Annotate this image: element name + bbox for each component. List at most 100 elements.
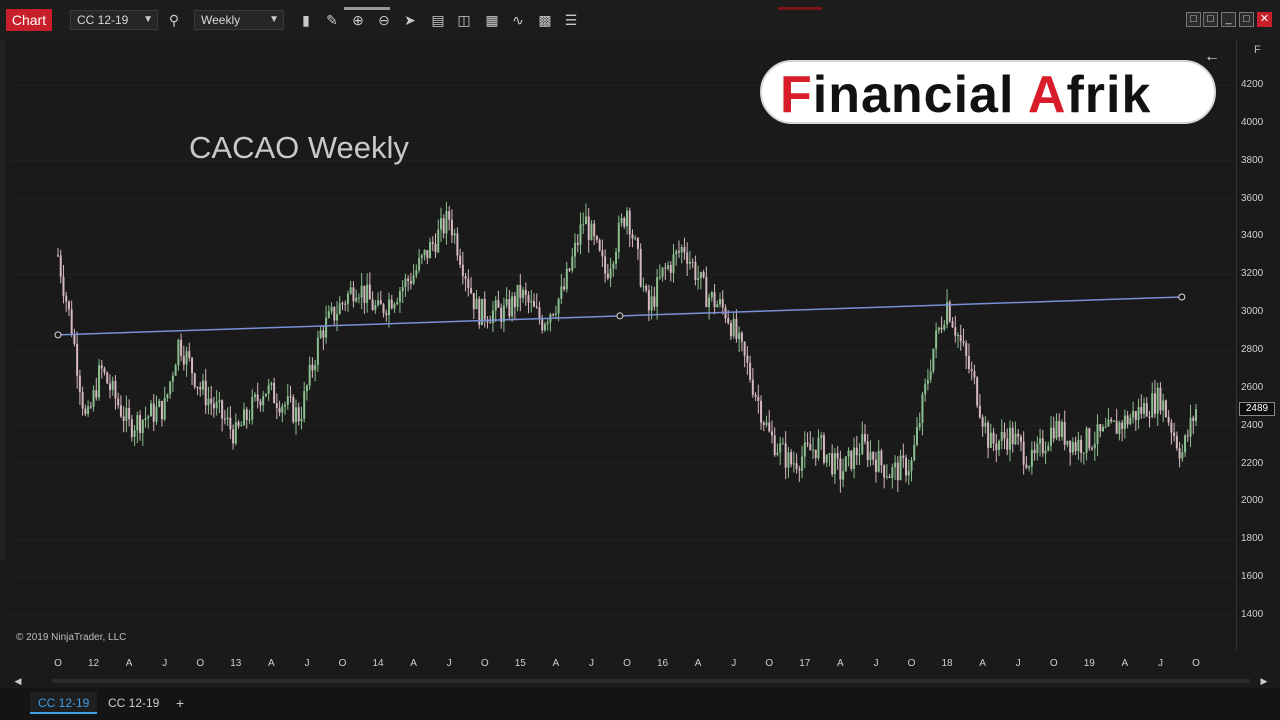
pointer-icon[interactable]: ➤ bbox=[400, 10, 420, 30]
price-bar-body bbox=[89, 406, 92, 408]
price-bar-body bbox=[111, 380, 114, 390]
price-bar-body bbox=[188, 351, 191, 358]
price-bar-body bbox=[787, 452, 790, 468]
price-bar-body bbox=[913, 444, 916, 461]
price-bar-body bbox=[1099, 424, 1102, 432]
scroll-left-icon[interactable]: ◀ bbox=[12, 674, 24, 688]
templates-icon[interactable]: ◫ bbox=[454, 10, 474, 30]
tile-icon[interactable]: □ bbox=[1203, 12, 1218, 27]
chart-tab-bar: CC 12-19 CC 12-19 + bbox=[0, 688, 1280, 720]
price-bar-body bbox=[193, 373, 196, 387]
price-bar-body bbox=[1039, 438, 1042, 444]
price-bar-body bbox=[491, 310, 494, 323]
chevron-down-icon: ▼ bbox=[269, 14, 279, 25]
drawing-tools-icon[interactable]: ✎ bbox=[322, 10, 342, 30]
trendline-anchor[interactable] bbox=[616, 312, 624, 320]
restore-icon[interactable]: □ bbox=[1186, 12, 1201, 27]
price-bar-body bbox=[601, 250, 604, 257]
price-bar-body bbox=[308, 364, 311, 386]
price-bar-body bbox=[1151, 393, 1154, 418]
price-bar-body bbox=[612, 263, 615, 269]
tab-cc-12-19[interactable]: CC 12-19 bbox=[100, 692, 167, 714]
price-bar-body bbox=[511, 296, 514, 317]
price-bar-body bbox=[842, 471, 845, 480]
price-tick-label: 2600 bbox=[1241, 381, 1264, 393]
price-bar-body bbox=[595, 236, 598, 240]
price-bar-body bbox=[152, 403, 155, 422]
properties-icon[interactable]: ▩ bbox=[535, 10, 555, 30]
price-axis-f-label[interactable]: F bbox=[1254, 44, 1261, 56]
price-bar-body bbox=[688, 261, 691, 264]
object-list-icon[interactable]: ☰ bbox=[561, 10, 581, 30]
interval-selector[interactable]: Weekly ▼ bbox=[194, 10, 284, 30]
price-bar-body bbox=[905, 457, 908, 476]
price-bar-body bbox=[626, 210, 628, 227]
price-bar-body bbox=[639, 248, 642, 287]
price-bar-body bbox=[505, 299, 508, 306]
price-bar-body bbox=[809, 444, 812, 451]
instrument-selector[interactable]: CC 12-19 ▼ bbox=[70, 10, 158, 30]
bar-style-icon[interactable]: ▮ bbox=[296, 10, 316, 30]
zoom-in-icon[interactable]: ⊕ bbox=[348, 10, 368, 30]
add-tab-button[interactable]: + bbox=[176, 692, 184, 714]
tab-cc-12-19-active[interactable]: CC 12-19 bbox=[30, 692, 98, 714]
data-box-icon[interactable]: ▤ bbox=[428, 10, 448, 30]
price-bar-body bbox=[973, 371, 976, 378]
price-bar-body bbox=[368, 284, 371, 300]
price-bar-body bbox=[374, 305, 377, 310]
price-bar-body bbox=[489, 322, 492, 324]
price-bar-body bbox=[710, 292, 713, 298]
price-bar-body bbox=[450, 219, 453, 236]
price-bar-body bbox=[1162, 400, 1165, 411]
price-bar-body bbox=[708, 297, 711, 308]
price-bar-body bbox=[784, 443, 787, 468]
time-axis[interactable]: O 12 A J O 13 A J O 14 A J O 15 A J O 16 A J O 17 A J O 18 A J O 19 A J… bbox=[0, 650, 1280, 676]
price-bar-body bbox=[297, 407, 300, 422]
price-bar-body bbox=[1019, 436, 1022, 442]
chart-menu-button[interactable]: Chart bbox=[6, 9, 52, 31]
minimize-icon[interactable]: _ bbox=[1221, 12, 1236, 27]
price-bar-body bbox=[377, 300, 380, 306]
price-bar-body bbox=[234, 422, 237, 444]
maximize-icon[interactable]: □ bbox=[1239, 12, 1254, 27]
price-bar-body bbox=[631, 234, 634, 239]
close-icon[interactable]: ✕ bbox=[1257, 12, 1272, 27]
price-bar-body bbox=[420, 255, 423, 259]
price-bar-body bbox=[67, 301, 70, 310]
price-bar-body bbox=[1195, 409, 1197, 422]
arrow-left-icon[interactable]: ← bbox=[1204, 48, 1220, 66]
price-bar-body bbox=[393, 304, 396, 309]
price-bar-body bbox=[1126, 415, 1129, 425]
time-tick-label: O bbox=[480, 658, 489, 669]
trendline-anchor[interactable] bbox=[54, 331, 62, 339]
scroll-track[interactable] bbox=[52, 679, 1250, 683]
price-bar-body bbox=[560, 286, 563, 299]
price-bar-body bbox=[792, 463, 795, 465]
strategies-icon[interactable]: ∿ bbox=[508, 10, 528, 30]
price-bar-body bbox=[516, 284, 519, 308]
price-bar-body bbox=[289, 396, 292, 398]
last-price-tag: 2489 bbox=[1239, 401, 1275, 416]
price-bar-body bbox=[456, 233, 459, 256]
search-icon[interactable]: ⚲ bbox=[164, 10, 184, 30]
price-bar-body bbox=[768, 422, 771, 432]
zoom-out-icon[interactable]: ⊖ bbox=[374, 10, 394, 30]
indicators-icon[interactable]: ▦ bbox=[482, 10, 502, 30]
price-bar-body bbox=[327, 311, 330, 318]
price-bar-body bbox=[1143, 403, 1146, 414]
price-bar-body bbox=[431, 242, 434, 244]
price-bar-body bbox=[314, 365, 317, 371]
price-bar-body bbox=[57, 255, 59, 257]
horizontal-scrollbar[interactable]: ◀ ▶ bbox=[12, 674, 1270, 688]
price-bar-body bbox=[1003, 432, 1006, 439]
price-bar-body bbox=[163, 398, 166, 420]
price-bar-body bbox=[1080, 439, 1083, 453]
price-bar-body bbox=[915, 427, 918, 445]
price-tick-label: 3400 bbox=[1241, 230, 1264, 242]
price-bar-body bbox=[1055, 421, 1058, 439]
scroll-right-icon[interactable]: ▶ bbox=[1258, 674, 1270, 688]
price-axis[interactable]: 4200 4000 3800 3600 3400 3200 3000 2800 2600 2400… bbox=[1236, 40, 1280, 650]
price-bar-body bbox=[680, 247, 683, 253]
trendline-anchor[interactable] bbox=[1178, 293, 1186, 301]
price-bar-body bbox=[311, 364, 314, 371]
